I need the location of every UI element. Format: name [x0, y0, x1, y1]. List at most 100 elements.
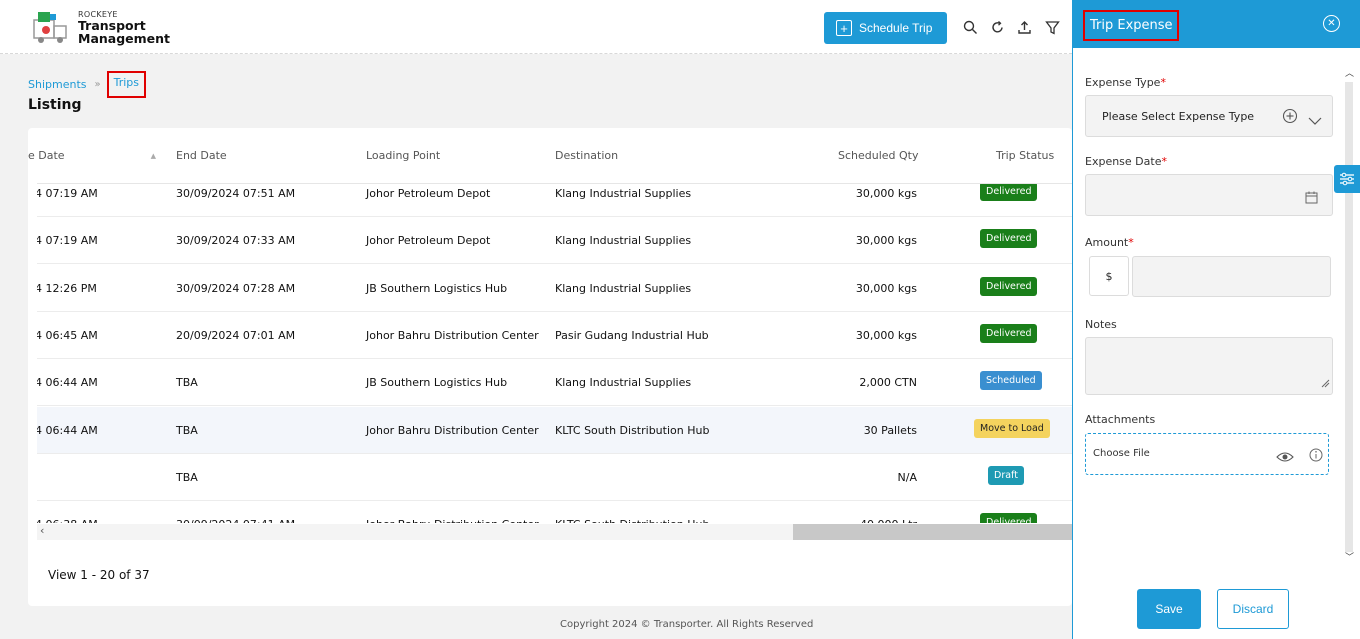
column-header-destination[interactable]: Destination: [555, 149, 618, 162]
chevron-up-icon[interactable]: ︿: [1345, 66, 1354, 79]
column-header-scheduled-qty[interactable]: Scheduled Qty: [838, 149, 919, 162]
status-badge: Delivered: [980, 229, 1038, 249]
table-row[interactable]: 24 06:44 AM TBA Johor Bahru Distribution C…: [37, 406, 1072, 454]
chevron-left-icon[interactable]: ‹: [40, 524, 44, 537]
cell-start-date: 24 06:44 AM: [37, 376, 98, 390]
cell-destination: Klang Industrial Supplies: [555, 187, 692, 200]
required-mark: *: [1160, 76, 1166, 89]
cell-end-date: 30/09/2024 07:41 AM: [176, 518, 295, 523]
cell-destination: Klang Industrial Supplies: [555, 376, 692, 390]
truck-logo-icon: [32, 10, 72, 46]
app-logo[interactable]: ROCKEYE Transport Management: [32, 10, 170, 46]
calendar-icon[interactable]: [1305, 189, 1318, 208]
sort-icon[interactable]: ▲: [151, 152, 156, 160]
cell-destination: KLTC South Distribution Hub: [555, 518, 709, 523]
cell-loading-point: Johor Bahru Distribution Center: [366, 423, 539, 437]
cell-start-date: 24 06:45 AM: [37, 328, 98, 342]
table-row[interactable]: TBA N/A Draft: [37, 454, 1072, 501]
cell-scheduled-qty: 2,000 CTN: [859, 376, 917, 390]
choose-file-button[interactable]: Choose File: [1093, 448, 1150, 459]
status-badge: Delivered: [980, 184, 1038, 201]
schedule-trip-button[interactable]: + Schedule Trip: [824, 12, 947, 44]
cell-scheduled-qty: 30,000 kgs: [855, 281, 917, 295]
cell-loading-point: Johor Petroleum Depot: [366, 234, 491, 248]
cell-end-date: 30/09/2024 07:28 AM: [176, 281, 296, 295]
cell-start-date: 24 07:19 AM: [37, 234, 98, 248]
panel-title: Trip Expense: [1083, 10, 1179, 41]
status-badge: Move to Load: [974, 418, 1050, 438]
cell-start-date: 24 07:19 AM: [37, 187, 98, 200]
chevron-down-icon[interactable]: ﹀: [1345, 550, 1354, 563]
table-row[interactable]: 24 06:44 AM TBA JB Southern Logistics Hub K…: [37, 359, 1072, 407]
cell-scheduled-qty: 30 Pallets: [863, 423, 917, 437]
cell-destination: Pasir Gudang Industrial Hub: [555, 328, 709, 342]
expense-type-select[interactable]: Please Select Expense Type: [1085, 95, 1333, 137]
expense-date-input[interactable]: [1085, 174, 1333, 216]
expense-type-label: Expense Type*: [1085, 76, 1166, 89]
cell-scheduled-qty: 30,000 kgs: [855, 187, 917, 200]
chevron-right-icon: »: [94, 79, 101, 90]
discard-button[interactable]: Discard: [1217, 589, 1289, 629]
cell-loading-point: JB Southern Logistics Hub: [366, 281, 508, 295]
table-row[interactable]: 24 07:19 AM 30/09/2024 07:51 AM Johor Petr…: [37, 184, 1072, 217]
schedule-trip-label: Schedule Trip: [859, 21, 933, 35]
resize-handle-icon[interactable]: [1320, 373, 1330, 392]
save-button[interactable]: Save: [1137, 589, 1201, 629]
cell-scheduled-qty: 30,000 kgs: [855, 234, 917, 248]
breadcrumb-trips-link[interactable]: Trips: [106, 71, 147, 98]
panel-vertical-scrollbar[interactable]: ︿ ﹀: [1343, 66, 1355, 563]
currency-prefix: $: [1089, 256, 1129, 296]
scrollbar-thumb[interactable]: [1345, 82, 1353, 552]
horizontal-scrollbar[interactable]: ‹: [37, 524, 1072, 540]
status-badge: Delivered: [980, 323, 1038, 343]
cell-loading-point: Johor Bahru Distribution Center: [366, 328, 539, 342]
cell-end-date: TBA: [176, 376, 198, 390]
search-icon[interactable]: [961, 18, 979, 36]
column-header-trip-status[interactable]: Trip Status: [996, 149, 1054, 162]
column-header-start-date[interactable]: e Date ▲: [28, 149, 156, 162]
close-icon[interactable]: ✕: [1323, 15, 1340, 32]
cell-end-date: 30/09/2024 07:33 AM: [176, 234, 296, 248]
add-circle-icon[interactable]: [1282, 108, 1298, 128]
column-header-start-date-label: e Date: [28, 149, 65, 162]
cell-loading-point: JB Southern Logistics Hub: [366, 376, 508, 390]
info-icon[interactable]: [1309, 447, 1323, 466]
cell-end-date: 20/09/2024 07:01 AM: [176, 328, 296, 342]
expense-type-placeholder: Please Select Expense Type: [1102, 110, 1255, 123]
upload-icon[interactable]: [1015, 18, 1033, 36]
amount-label-text: Amount: [1085, 236, 1129, 249]
scrollbar-thumb[interactable]: [793, 524, 1072, 540]
required-mark: *: [1161, 155, 1167, 168]
column-header-end-date[interactable]: End Date: [176, 149, 227, 162]
cell-scheduled-qty: 40,000 Ltr: [827, 518, 917, 523]
refresh-icon[interactable]: [988, 18, 1006, 36]
table-header: e Date ▲ End Date Loading Point Destinati…: [28, 128, 1072, 184]
file-upload-area[interactable]: Choose File: [1085, 433, 1329, 475]
cell-end-date: TBA: [176, 423, 198, 437]
logo-line2: Management: [78, 31, 171, 47]
expense-date-label-text: Expense Date: [1085, 155, 1162, 168]
pagination-summary: View 1 - 20 of 37: [48, 568, 150, 582]
cell-scheduled-qty: N/A: [897, 470, 917, 484]
trip-expense-panel: Trip Expense ✕ Expense Type* Please Sele…: [1072, 0, 1360, 639]
status-badge: Delivered: [980, 276, 1038, 296]
table-row[interactable]: 24 06:38 AM 30/09/2024 07:41 AM Johor Bahr…: [37, 501, 1072, 523]
cell-end-date: 30/09/2024 07:51 AM: [176, 187, 296, 200]
filter-icon[interactable]: [1043, 18, 1061, 36]
eye-icon[interactable]: [1276, 448, 1294, 467]
cell-end-date: TBA: [176, 470, 198, 484]
amount-label: Amount*: [1085, 236, 1134, 249]
settings-sliders-icon[interactable]: [1334, 165, 1360, 193]
amount-input[interactable]: [1132, 256, 1331, 297]
cell-destination: KLTC South Distribution Hub: [555, 423, 710, 437]
table-row[interactable]: 24 12:26 PM 30/09/2024 07:28 AM JB Souther…: [37, 265, 1072, 312]
status-badge: Delivered: [980, 513, 1038, 523]
breadcrumb-shipments-link[interactable]: Shipments: [28, 78, 87, 91]
notes-textarea[interactable]: [1085, 337, 1333, 395]
column-header-loading-point[interactable]: Loading Point: [366, 149, 440, 162]
chevron-down-icon[interactable]: [1308, 111, 1322, 130]
table-row[interactable]: 24 06:45 AM 20/09/2024 07:01 AM Johor Bahr…: [37, 312, 1072, 359]
top-header: ROCKEYE Transport Management + Schedule …: [0, 0, 1072, 54]
required-mark: *: [1128, 236, 1134, 249]
table-row[interactable]: 24 07:19 AM 30/09/2024 07:33 AM Johor Petr…: [37, 217, 1072, 265]
